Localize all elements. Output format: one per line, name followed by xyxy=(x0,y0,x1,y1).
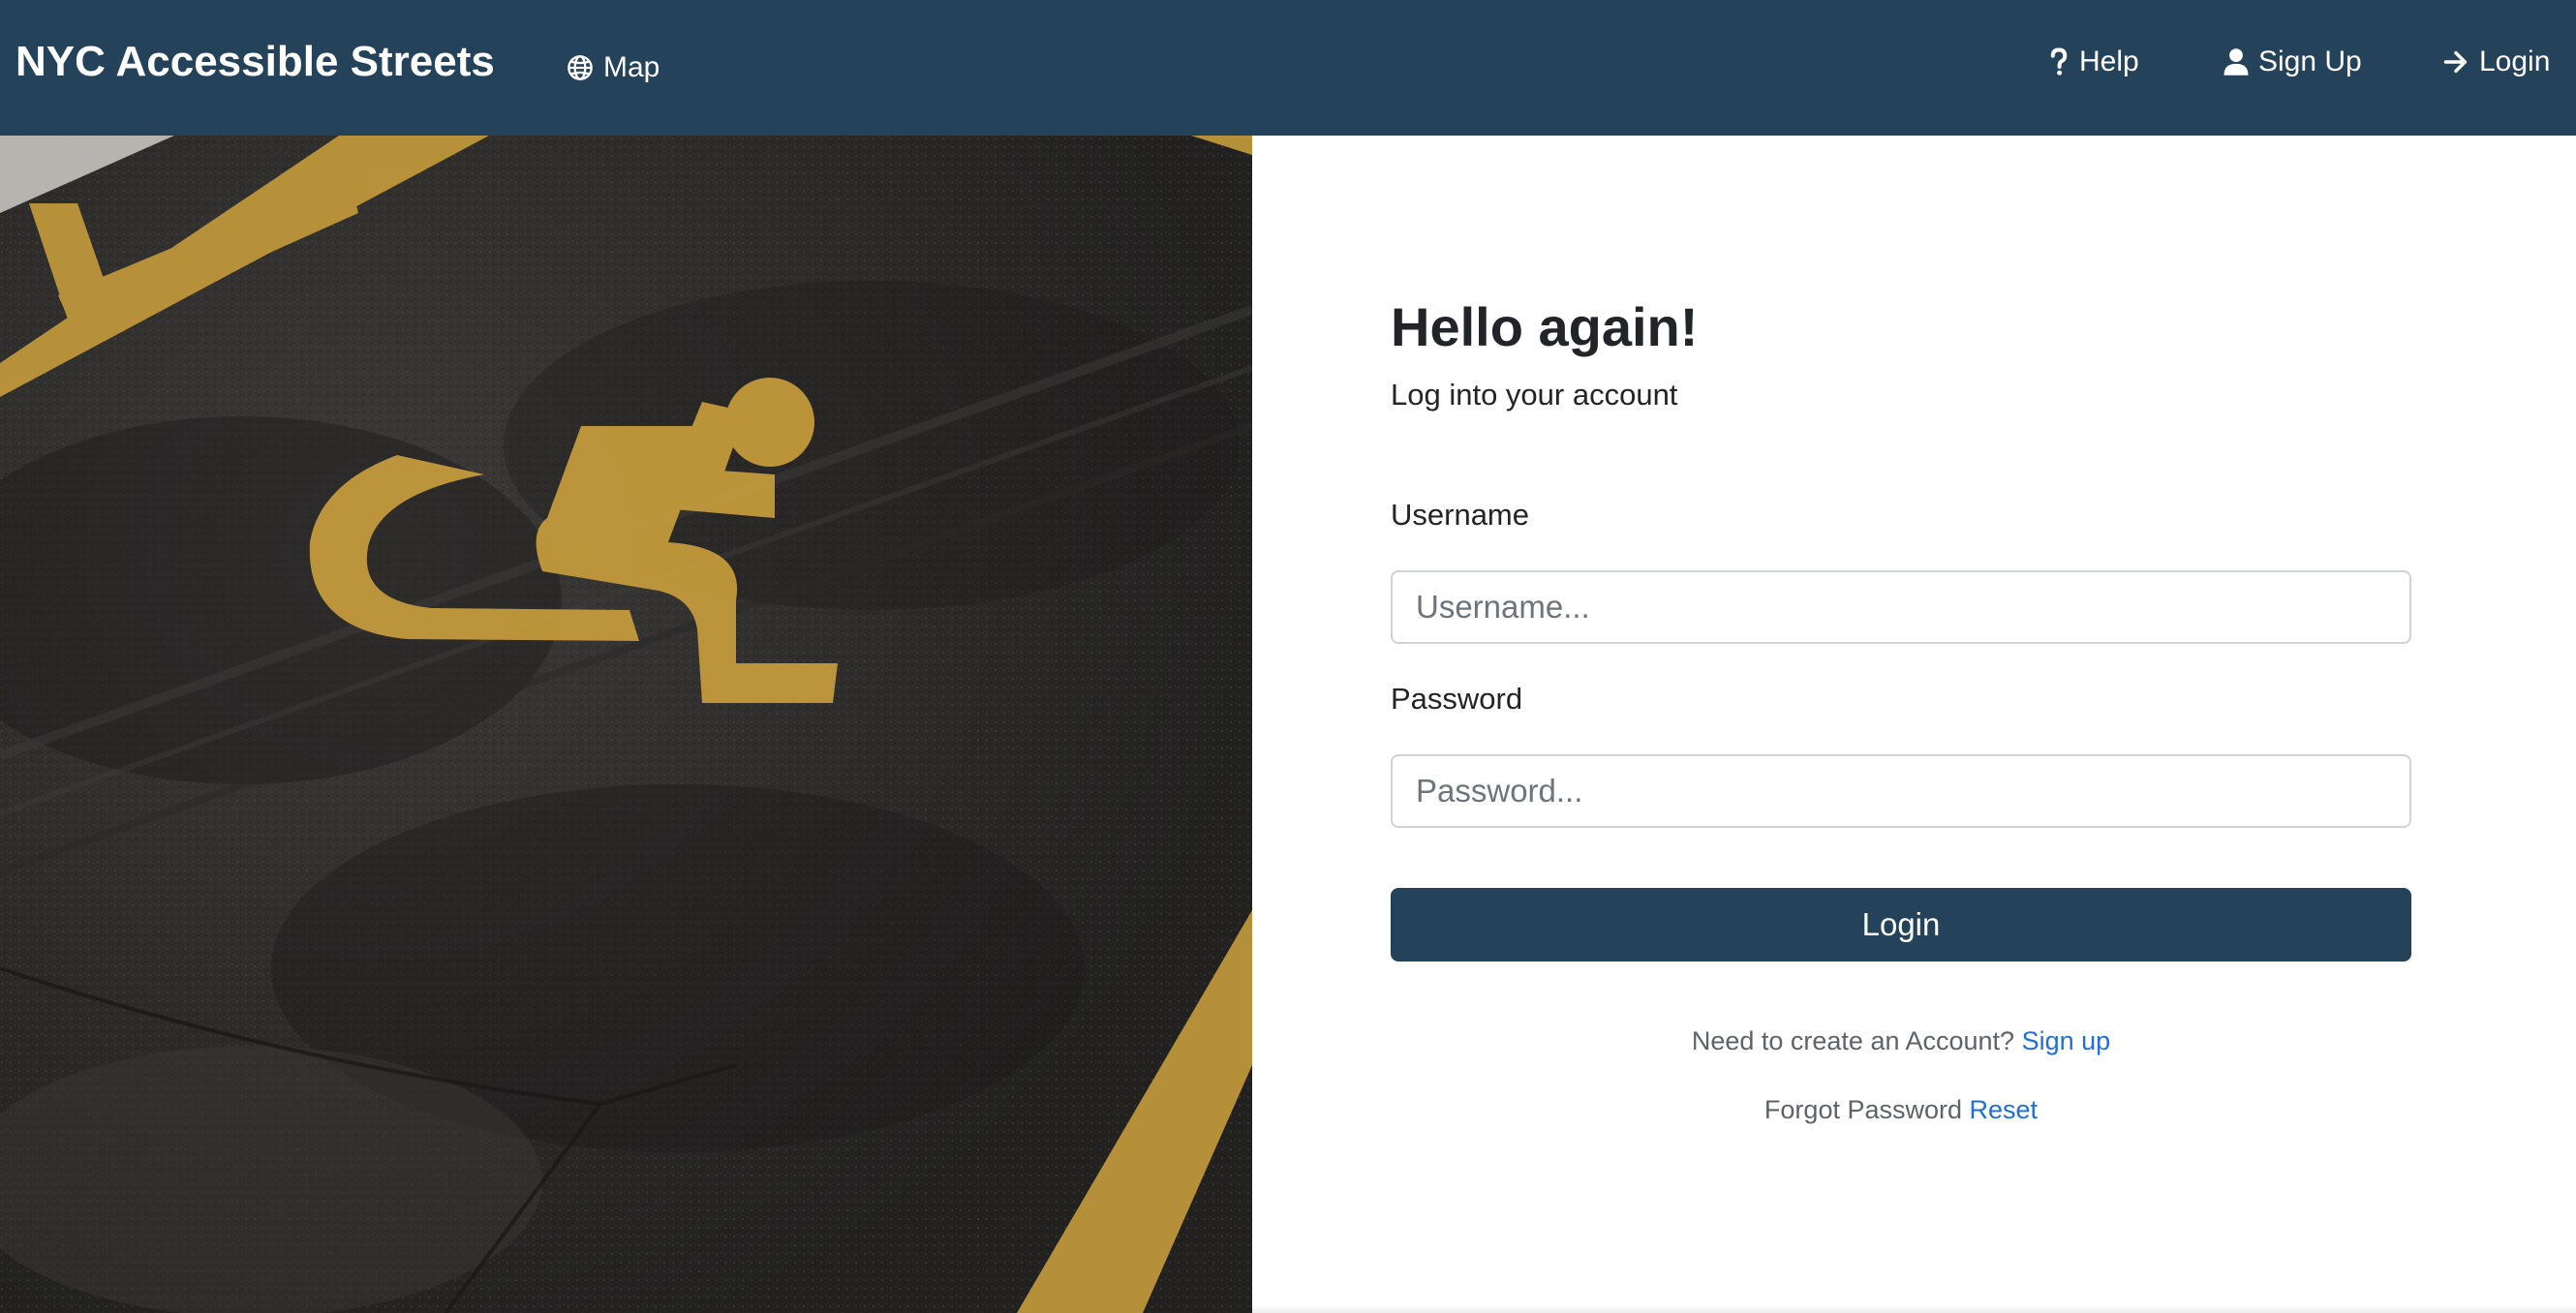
reset-password-link[interactable]: Reset xyxy=(1970,1095,2039,1124)
password-label: Password xyxy=(1391,682,1523,716)
nav-signup-label: Sign Up xyxy=(2258,46,2362,77)
signup-prompt-text: Need to create an Account? xyxy=(1691,1026,2015,1055)
nav-signup-link[interactable]: Sign Up xyxy=(2223,39,2362,85)
username-label: Username xyxy=(1391,498,1529,532)
forgot-password-line: Forgot Password Reset xyxy=(1391,1092,2411,1127)
login-submit-button[interactable]: Login xyxy=(1391,888,2411,962)
nav-login-label: Login xyxy=(2479,46,2551,77)
login-subtitle: Log into your account xyxy=(1391,378,1678,412)
nav-help-label: Help xyxy=(2079,46,2139,77)
signup-link[interactable]: Sign up xyxy=(2022,1026,2111,1055)
panel-bottom-edge xyxy=(1252,1305,2576,1313)
forgot-password-text: Forgot Password xyxy=(1763,1095,1963,1124)
login-title: Hello again! xyxy=(1391,296,1699,357)
user-icon xyxy=(2223,47,2249,76)
globe-icon xyxy=(567,54,594,81)
question-icon xyxy=(2048,47,2070,76)
signup-prompt-line: Need to create an Account? Sign up xyxy=(1391,1023,2411,1058)
nav-login-link[interactable]: Login xyxy=(2442,39,2550,85)
top-navbar: NYC Accessible Streets Map Help Sign Up … xyxy=(0,0,2576,136)
parking-symbol-illustration xyxy=(0,136,1252,1313)
brand-logo[interactable]: NYC Accessible Streets xyxy=(15,37,495,87)
nav-map-label: Map xyxy=(603,51,660,83)
nav-map-link[interactable]: Map xyxy=(567,45,659,91)
arrow-right-icon xyxy=(2442,48,2469,76)
password-input[interactable] xyxy=(1391,754,2411,828)
username-input[interactable] xyxy=(1391,570,2411,644)
hero-image xyxy=(0,136,1252,1313)
nav-help-link[interactable]: Help xyxy=(2048,39,2139,85)
